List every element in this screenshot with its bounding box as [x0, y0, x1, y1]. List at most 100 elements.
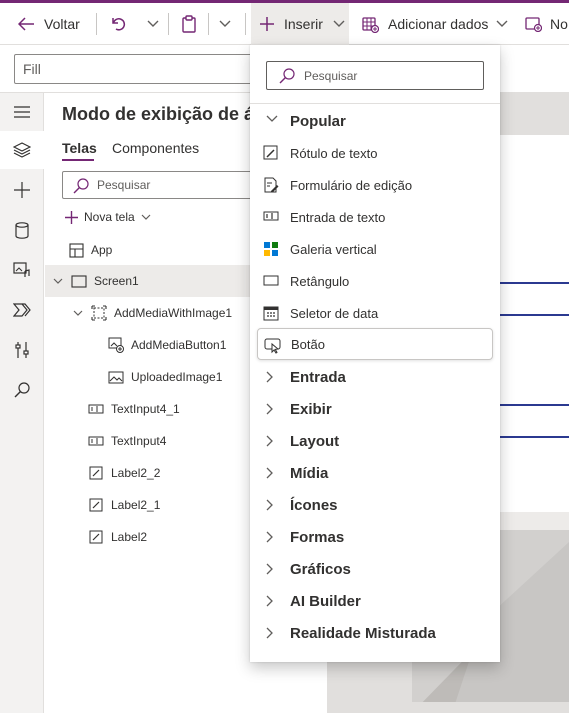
insert-vertical-gallery[interactable]: Galeria vertical — [250, 233, 500, 265]
insert-rail-button[interactable] — [0, 171, 44, 209]
paste-dropdown[interactable] — [219, 3, 231, 45]
insert-button-control[interactable]: Botão — [257, 328, 493, 360]
insert-menu: Pesquisar Popular Rótulo de texto Formul… — [250, 45, 500, 662]
media-icon — [13, 262, 31, 278]
category-icons[interactable]: Ícones — [250, 489, 500, 521]
tree-item-label: App — [91, 243, 113, 257]
toolbar-divider — [168, 13, 169, 35]
canvas-text-input-underline — [500, 404, 569, 406]
search-placeholder: Pesquisar — [97, 178, 151, 192]
tab-screens[interactable]: Telas — [62, 140, 97, 156]
new-screen-label: Nova tela — [84, 210, 135, 224]
chevron-right-icon — [266, 435, 274, 447]
category-label: Realidade Misturada — [290, 624, 436, 642]
hamburger-button[interactable] — [0, 93, 44, 131]
tree-view-button[interactable] — [0, 131, 44, 169]
insert-text-input[interactable]: Entrada de texto — [250, 201, 500, 233]
new-label: No — [550, 16, 568, 32]
category-label: Mídia — [290, 464, 329, 482]
chevron-right-icon — [266, 499, 274, 511]
chevron-down-icon — [333, 20, 345, 28]
category-label: Layout — [290, 432, 340, 450]
category-label: Ícones — [290, 496, 338, 514]
power-automate-rail-button[interactable] — [0, 291, 44, 329]
chevron-right-icon — [266, 371, 274, 383]
new-screen-toolbar-button[interactable]: No — [525, 3, 568, 45]
insert-button[interactable]: Inserir — [260, 3, 345, 45]
tree-item-label: AddMediaWithImage1 — [114, 306, 233, 320]
layers-icon — [13, 142, 31, 158]
paste-button[interactable] — [181, 3, 197, 45]
tree-item-label: Screen1 — [94, 274, 139, 288]
chevron-down-icon — [53, 278, 65, 285]
category-label: Gráficos — [290, 560, 351, 578]
item-label: Rótulo de texto — [290, 145, 378, 161]
item-label: Seletor de data — [290, 305, 379, 321]
add-data-button[interactable]: Adicionar dados — [362, 3, 508, 45]
category-ai-builder[interactable]: AI Builder — [250, 585, 500, 617]
advanced-tools-rail-button[interactable] — [0, 331, 44, 369]
category-display[interactable]: Exibir — [250, 393, 500, 425]
label-icon — [88, 465, 104, 481]
media-rail-button[interactable] — [0, 251, 44, 289]
chevron-right-icon — [266, 595, 274, 607]
insert-search-input[interactable]: Pesquisar — [266, 61, 484, 90]
screen-icon — [71, 273, 87, 289]
left-rail — [0, 93, 44, 713]
undo-dropdown[interactable] — [147, 3, 159, 45]
chevron-right-icon — [266, 563, 274, 575]
data-rail-button[interactable] — [0, 211, 44, 249]
chevron-right-icon — [266, 531, 274, 543]
category-label: AI Builder — [290, 592, 361, 610]
back-button[interactable]: Voltar — [18, 3, 80, 45]
command-bar: Voltar Inserir Adicionar dados No — [0, 3, 569, 45]
tree-search-input[interactable]: Pesquisar — [62, 171, 262, 199]
image-icon — [108, 369, 124, 385]
label-icon — [88, 497, 104, 513]
category-label: Formas — [290, 528, 345, 546]
arrow-left-icon — [18, 17, 35, 31]
category-input[interactable]: Entrada — [250, 361, 500, 393]
tree-item-label: Label2_1 — [111, 498, 161, 512]
undo-icon — [110, 16, 126, 32]
gallery-icon — [263, 241, 279, 257]
insert-edit-form[interactable]: Formulário de edição — [250, 169, 500, 201]
tree-item-label: TextInput4 — [111, 434, 167, 448]
calendar-icon — [263, 305, 279, 321]
category-media[interactable]: Mídia — [250, 457, 500, 489]
insert-rectangle[interactable]: Retângulo — [250, 265, 500, 297]
insert-label: Inserir — [284, 16, 323, 32]
category-shapes[interactable]: Formas — [250, 521, 500, 553]
insert-text-label[interactable]: Rótulo de texto — [250, 137, 500, 169]
tab-components[interactable]: Componentes — [112, 140, 199, 156]
canvas-text-input-underline — [500, 436, 569, 438]
search-rail-button[interactable] — [0, 371, 44, 409]
insert-date-picker[interactable]: Seletor de data — [250, 297, 500, 329]
tab-selected-indicator — [62, 159, 94, 161]
new-screen-button[interactable]: Nova tela — [65, 207, 151, 227]
item-label: Formulário de edição — [290, 177, 413, 193]
item-label: Botão — [291, 336, 325, 352]
power-apps-studio: Voltar Inserir Adicionar dados No Fill M… — [0, 0, 569, 713]
edit-form-icon — [263, 177, 279, 193]
chevron-down-icon — [141, 214, 151, 221]
category-charts[interactable]: Gráficos — [250, 553, 500, 585]
menu-divider — [250, 103, 500, 104]
flow-icon — [13, 303, 31, 317]
category-layout[interactable]: Layout — [250, 425, 500, 457]
clipboard-icon — [181, 15, 197, 33]
category-mixed-reality[interactable]: Realidade Misturada — [250, 617, 500, 649]
rectangle-icon — [263, 273, 279, 287]
canvas-text-input-underline — [500, 282, 569, 284]
tree-item-label: UploadedImage1 — [131, 370, 223, 384]
canvas-text-input-underline — [500, 314, 569, 316]
category-label: Exibir — [290, 400, 332, 418]
category-popular[interactable]: Popular — [250, 105, 500, 137]
undo-button[interactable] — [110, 3, 126, 45]
chevron-right-icon — [266, 467, 274, 479]
label-icon — [88, 529, 104, 545]
button-icon — [264, 337, 282, 355]
new-screen-icon — [525, 16, 542, 32]
chevron-right-icon — [266, 403, 274, 415]
tree-item-label: AddMediaButton1 — [131, 338, 227, 352]
